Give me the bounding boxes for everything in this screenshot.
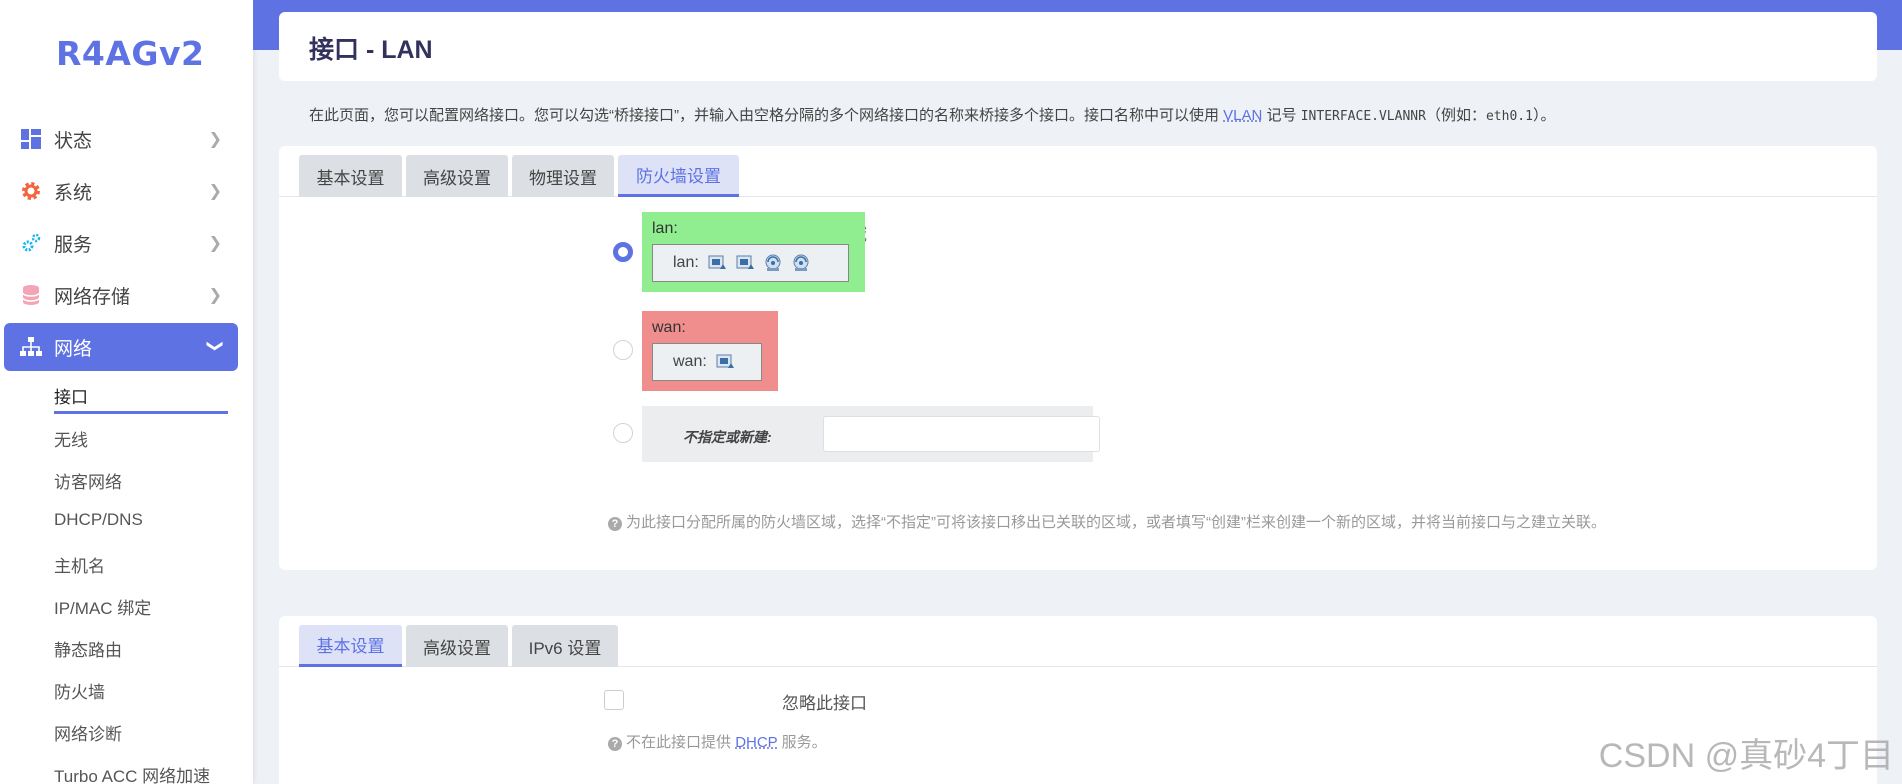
wireless-icon <box>791 254 811 272</box>
database-icon <box>20 284 42 306</box>
tab-dhcp-general[interactable]: 基本设置 <box>299 625 402 667</box>
title-card: 接口 - LAN <box>279 12 1877 81</box>
zone-members-label: lan: <box>673 254 699 271</box>
dhcp-tabs: 基本设置 高级设置 IPv6 设置 <box>279 616 1877 667</box>
tab-advanced[interactable]: 高级设置 <box>406 155 508 197</box>
tab-dhcp-ipv6[interactable]: IPv6 设置 <box>512 625 618 667</box>
sidebar: R4AGv2 状态 ❯ 系统 ❯ 服务 ❯ 网络存储 ❯ 网络 ❯ 接口 无线 … <box>0 0 253 784</box>
ignore-interface-checkbox[interactable] <box>604 690 624 710</box>
zone-name-wan: wan: <box>652 319 686 336</box>
zone-wan-members: wan: <box>652 343 762 381</box>
zone-lan[interactable]: lan: lan: <box>642 212 865 292</box>
ignore-interface-label: 忽略此接口 <box>782 694 867 713</box>
chevron-right-icon: ❯ <box>208 287 222 304</box>
tab-dhcp-advanced[interactable]: 高级设置 <box>406 625 508 667</box>
sidebar-item-label: 网络 <box>54 338 93 360</box>
interface-settings-card: 基本设置 高级设置 物理设置 防火墙设置 创建/分配防火墙区域 lan: lan… <box>279 146 1877 570</box>
interface-code: INTERFACE.VLANNR <box>1300 109 1426 124</box>
zone-members-label: wan: <box>673 353 707 370</box>
zone-lan-members: lan: <box>652 244 849 282</box>
description-text: 记号 <box>1266 107 1297 124</box>
zone-new: 不指定或新建: <box>642 406 1100 462</box>
ethernet-port-icon <box>707 254 727 272</box>
submenu-item-dhcp-dns[interactable]: DHCP/DNS <box>54 510 143 530</box>
question-circle-icon: ? <box>608 517 622 531</box>
cogs-icon <box>20 232 42 254</box>
app-logo[interactable]: R4AGv2 <box>56 34 204 73</box>
page-description: 在此页面，您可以配置网络接口。您可以勾选“桥接接口”，并输入由空格分隔的多个网络… <box>309 104 1555 125</box>
submenu-item-static-routes[interactable]: 静态路由 <box>54 636 122 661</box>
ignore-interface-help: ? 不在此接口提供 DHCP 服务。 <box>608 731 827 752</box>
firewall-zone-help: ? 为此接口分配所属的防火墙区域，选择“不指定”可将该接口移出已关联的区域，或者填… <box>608 511 1606 532</box>
dashboard-icon <box>20 128 42 150</box>
zone-radio-wan[interactable] <box>613 340 633 360</box>
description-text: ）。 <box>1532 107 1556 124</box>
sidebar-item-storage[interactable]: 网络存储 ❯ <box>4 271 238 319</box>
sidebar-item-label: 系统 <box>54 182 93 204</box>
chevron-right-icon: ❯ <box>208 183 222 200</box>
example-code: eth0.1 <box>1485 109 1533 124</box>
ethernet-port-icon <box>735 254 755 272</box>
submenu-item-ip-mac-binding[interactable]: IP/MAC 绑定 <box>54 594 151 619</box>
tab-general[interactable]: 基本设置 <box>299 155 402 197</box>
zone-wan[interactable]: wan: wan: <box>642 311 778 391</box>
ethernet-port-icon <box>715 353 735 371</box>
description-text: （例如： <box>1425 107 1486 124</box>
help-text: 服务。 <box>781 734 827 751</box>
sidebar-item-label: 状态 <box>54 130 93 152</box>
description-text: 在此页面，您可以配置网络接口。您可以勾选“桥接接口”，并输入由空格分隔的多个网络… <box>309 107 1219 124</box>
help-text: 为此接口分配所属的防火墙区域，选择“不指定”可将该接口移出已关联的区域，或者填写… <box>626 514 1606 531</box>
active-submenu-indicator <box>54 411 228 414</box>
gear-icon <box>20 180 42 202</box>
chevron-down-icon: ❯ <box>206 339 224 353</box>
submenu-item-interfaces[interactable]: 接口 <box>54 383 88 408</box>
sidebar-item-label: 网络存储 <box>54 286 131 308</box>
sidebar-item-system[interactable]: 系统 ❯ <box>4 167 238 215</box>
sitemap-icon <box>20 336 42 358</box>
sidebar-item-network[interactable]: 网络 ❯ <box>4 323 238 371</box>
tab-firewall[interactable]: 防火墙设置 <box>618 155 739 197</box>
sidebar-item-status[interactable]: 状态 ❯ <box>4 115 238 163</box>
question-circle-icon: ? <box>608 737 622 751</box>
sidebar-item-services[interactable]: 服务 ❯ <box>4 219 238 267</box>
zone-name-lan: lan: <box>652 220 678 237</box>
tab-physical[interactable]: 物理设置 <box>512 155 614 197</box>
help-text: 不在此接口提供 <box>626 734 732 751</box>
watermark: CSDN @真砂4丁目 <box>1598 737 1894 775</box>
new-zone-label: 不指定或新建: <box>683 429 772 445</box>
new-zone-input[interactable] <box>823 416 1100 452</box>
interface-tabs: 基本设置 高级设置 物理设置 防火墙设置 <box>279 146 1877 197</box>
zone-radio-new[interactable] <box>613 423 633 443</box>
dhcp-abbr: DHCP <box>735 734 778 751</box>
page-title: 接口 - LAN <box>309 36 433 64</box>
wireless-icon <box>763 254 783 272</box>
chevron-right-icon: ❯ <box>208 131 222 148</box>
vlan-abbr: VLAN <box>1223 107 1263 124</box>
zone-radio-lan[interactable] <box>613 242 633 262</box>
submenu-item-turbo-acc[interactable]: Turbo ACC 网络加速 <box>54 762 210 784</box>
submenu-item-hostnames[interactable]: 主机名 <box>54 552 105 577</box>
sidebar-item-label: 服务 <box>54 234 93 256</box>
chevron-right-icon: ❯ <box>208 235 222 252</box>
submenu-item-guest-network[interactable]: 访客网络 <box>54 468 122 493</box>
submenu-item-firewall[interactable]: 防火墙 <box>54 678 105 703</box>
submenu-item-diagnostics[interactable]: 网络诊断 <box>54 720 122 745</box>
submenu-item-wireless[interactable]: 无线 <box>54 426 88 451</box>
